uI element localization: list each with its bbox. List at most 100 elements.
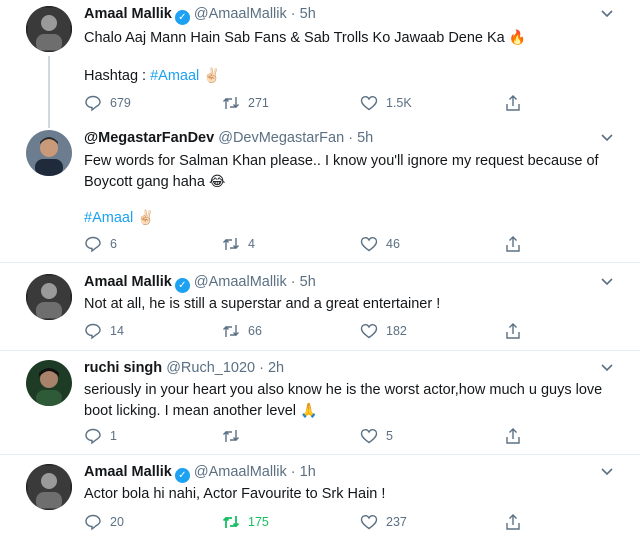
chevron-down-icon[interactable] xyxy=(600,130,614,144)
divider xyxy=(0,262,640,263)
share-button[interactable] xyxy=(504,321,522,341)
reply-button[interactable]: 14 xyxy=(84,321,124,341)
chevron-down-icon[interactable] xyxy=(600,360,614,374)
hashtag-prefix: Hashtag : xyxy=(84,68,151,84)
share-button[interactable] xyxy=(504,93,522,113)
reply-count: 20 xyxy=(110,515,124,529)
retweet-button[interactable]: 66 xyxy=(222,321,262,341)
heart-icon xyxy=(360,514,378,530)
share-button[interactable] xyxy=(504,426,522,446)
display-name[interactable]: Amaal Mallik xyxy=(84,274,172,290)
like-button[interactable]: 1.5K xyxy=(360,93,412,113)
hashtag-link[interactable]: #Amaal xyxy=(150,68,199,84)
handle[interactable]: @AmaalMallik xyxy=(194,6,287,22)
tweet-text: Not at all, he is still a superstar and … xyxy=(84,296,441,312)
victory-hand-emoji: ✌🏻 xyxy=(137,209,155,225)
handle[interactable]: @AmaalMallik xyxy=(194,274,287,290)
chevron-down-icon[interactable] xyxy=(600,274,614,288)
avatar[interactable] xyxy=(26,6,72,52)
tweet-hashtag-line: Hashtag : #Amaal ✌🏻 xyxy=(84,65,610,86)
like-button[interactable]: 46 xyxy=(360,234,400,254)
share-icon xyxy=(506,514,520,530)
verified-badge-icon: ✓ xyxy=(174,468,190,483)
timestamp[interactable]: 2h xyxy=(268,360,284,376)
tweet-actions: 14 66 182 xyxy=(84,321,534,341)
reply-icon xyxy=(85,323,101,340)
retweet-count: 4 xyxy=(248,237,255,251)
tweet-text-line: Chalo Aaj Mann Hain Sab Fans & Sab Troll… xyxy=(84,30,505,46)
retweet-button[interactable]: 271 xyxy=(222,93,269,113)
retweet-count: 66 xyxy=(248,324,262,338)
display-name[interactable]: Amaal Mallik xyxy=(84,6,172,22)
tweet-header: Amaal Mallik ✓ @AmaalMallik · 5h xyxy=(84,6,316,25)
separator: · xyxy=(290,6,296,22)
heart-icon xyxy=(360,323,378,339)
tweet-5[interactable]: Amaal Mallik ✓ @AmaalMallik · 1h Actor bo… xyxy=(0,458,640,542)
like-count: 5 xyxy=(386,429,393,443)
retweet-button[interactable]: 175 xyxy=(222,512,269,532)
tweet-text-line: seriously in your heart you also know he… xyxy=(84,382,603,419)
share-button[interactable] xyxy=(504,512,522,532)
timestamp[interactable]: 5h xyxy=(357,130,373,146)
avatar[interactable] xyxy=(26,274,72,320)
separator: · xyxy=(290,274,296,290)
share-icon xyxy=(506,323,520,339)
tweet-text: Chalo Aaj Mann Hain Sab Fans & Sab Troll… xyxy=(84,27,610,48)
like-button[interactable]: 182 xyxy=(360,321,407,341)
like-button[interactable]: 237 xyxy=(360,512,407,532)
share-icon xyxy=(506,428,520,444)
retweet-button[interactable]: 4 xyxy=(222,234,255,254)
retweet-icon xyxy=(223,430,239,442)
tweet-actions: 6 4 46 xyxy=(84,234,534,254)
tweet-4[interactable]: ruchi singh @Ruch_1020 · 2h seriously in… xyxy=(0,354,640,454)
like-button[interactable]: 5 xyxy=(360,426,393,446)
reply-count: 1 xyxy=(110,429,117,443)
chevron-down-icon[interactable] xyxy=(600,6,614,20)
retweet-count: 271 xyxy=(248,96,269,110)
timestamp[interactable]: 5h xyxy=(300,274,316,290)
reply-button[interactable]: 1 xyxy=(84,426,117,446)
tweet-header: ruchi singh @Ruch_1020 · 2h xyxy=(84,360,284,376)
tweet-1[interactable]: Amaal Mallik ✓ @AmaalMallik · 5h Chalo Aa… xyxy=(0,0,640,128)
verified-badge-icon: ✓ xyxy=(174,278,190,293)
share-button[interactable] xyxy=(504,234,522,254)
heart-icon xyxy=(360,95,378,111)
display-name[interactable]: ruchi singh xyxy=(84,360,162,376)
reply-button[interactable]: 679 xyxy=(84,93,131,113)
timestamp[interactable]: 1h xyxy=(300,464,316,480)
heart-icon xyxy=(360,428,378,444)
tweet-text: seriously in your heart you also know he… xyxy=(84,380,610,421)
tweet-hashtag-line: #Amaal ✌🏻 xyxy=(84,207,610,228)
tweet-header: Amaal Mallik ✓ @AmaalMallik · 5h xyxy=(84,274,316,293)
reply-count: 14 xyxy=(110,324,124,338)
reply-button[interactable]: 20 xyxy=(84,512,124,532)
avatar[interactable] xyxy=(26,130,72,176)
chevron-down-icon[interactable] xyxy=(600,464,614,478)
fire-emoji: 🔥 xyxy=(508,29,527,45)
tweet-2[interactable]: @MegastarFanDev @DevMegastarFan · 5h Few… xyxy=(0,124,640,266)
share-icon xyxy=(506,236,520,252)
tweet-header: @MegastarFanDev @DevMegastarFan · 5h xyxy=(84,130,373,146)
retweet-icon xyxy=(223,97,239,109)
retweet-icon xyxy=(223,238,239,250)
separator: · xyxy=(290,464,296,480)
handle[interactable]: @Ruch_1020 xyxy=(166,360,255,376)
retweet-button[interactable] xyxy=(222,426,248,446)
separator: · xyxy=(259,360,264,376)
share-icon xyxy=(506,95,520,111)
display-name[interactable]: Amaal Mallik xyxy=(84,464,172,480)
retweet-count: 175 xyxy=(248,515,269,529)
timestamp[interactable]: 5h xyxy=(300,6,316,22)
handle[interactable]: @DevMegastarFan xyxy=(218,130,344,146)
tweet-actions: 20 175 237 xyxy=(84,512,534,532)
tweet-3[interactable]: Amaal Mallik ✓ @AmaalMallik · 5h Not at a… xyxy=(0,268,640,350)
tweet-text: Few words for Salman Khan please.. I kno… xyxy=(84,151,610,192)
verified-badge-icon: ✓ xyxy=(174,10,190,25)
hashtag-link[interactable]: #Amaal xyxy=(84,210,133,226)
reply-button[interactable]: 6 xyxy=(84,234,117,254)
display-name[interactable]: @MegastarFanDev xyxy=(84,130,214,146)
handle[interactable]: @AmaalMallik xyxy=(194,464,287,480)
avatar[interactable] xyxy=(26,464,72,510)
avatar[interactable] xyxy=(26,360,72,406)
victory-hand-emoji: ✌🏻 xyxy=(203,67,221,83)
